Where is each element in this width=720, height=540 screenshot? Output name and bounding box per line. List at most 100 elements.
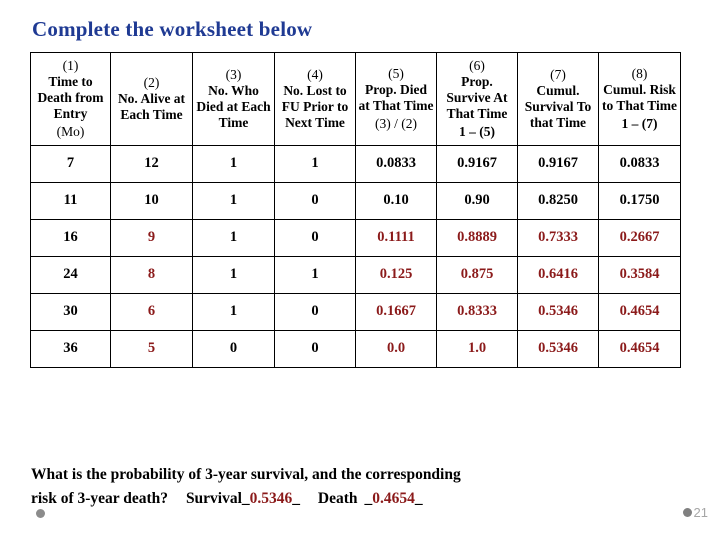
column-number-2: (2) xyxy=(143,74,160,90)
bullet-point-icon xyxy=(36,509,45,518)
column-number-6: (6) xyxy=(469,58,485,73)
table-cell: 9 xyxy=(110,218,193,257)
table-row: 11 10 1 0 0.10 0.90 0.8250 0.1750 xyxy=(30,181,681,220)
table-cell: 1 xyxy=(274,255,356,294)
table-cell: 0.7333 xyxy=(517,218,599,257)
table-cell: 0.90 xyxy=(436,181,518,220)
column-name-4: No. Lost to FU Prior to Next Time xyxy=(281,82,349,130)
survival-underscore-close: _ xyxy=(292,490,301,507)
table-cell: 0 xyxy=(274,329,356,368)
table-cell: 0.3584 xyxy=(598,255,681,294)
table-cell: 16 xyxy=(30,218,111,257)
table-row: 7 12 1 1 0.0833 0.9167 0.9167 0.0833 xyxy=(30,144,681,183)
table-cell: 0.10 xyxy=(355,181,437,220)
table-cell: 1.0 xyxy=(436,329,518,368)
column-header-3: (3) No. Who Died at Each Time xyxy=(192,52,275,146)
table-cell: 0.875 xyxy=(436,255,518,294)
column-header-6: (6) Prop. Survive At That Time 1 – (5) xyxy=(436,52,518,146)
column-number-4: (4) xyxy=(307,66,323,82)
column-name-7: Cumul. Survival To that Time xyxy=(524,82,592,130)
table-cell: 0.2667 xyxy=(598,218,681,257)
column-name-2: No. Alive at Each Time xyxy=(117,90,186,122)
table-cell: 1 xyxy=(192,255,275,294)
table-cell: 0 xyxy=(192,329,275,368)
table-cell: 8 xyxy=(110,255,193,294)
table-cell: 5 xyxy=(110,329,193,368)
table-cell: 24 xyxy=(30,255,111,294)
table-cell: 30 xyxy=(30,292,111,331)
slide-canvas: Complete the worksheet below (1) Time to… xyxy=(0,0,720,540)
column-header-8: (8) Cumul. Risk to That Time 1 – (7) xyxy=(598,52,681,146)
column-header-1: (1) Time to Death from Entry (Mo) xyxy=(30,52,111,146)
column-number-8: (8) xyxy=(631,66,648,82)
table-cell: 0.125 xyxy=(355,255,437,294)
table-cell: 12 xyxy=(110,144,193,183)
table-cell: 0.5346 xyxy=(517,329,599,368)
table-cell: 0.8333 xyxy=(436,292,518,331)
column-formula-8: 1 – (7) xyxy=(621,115,658,131)
survival-label: Survival xyxy=(185,490,242,507)
column-name-3: No. Who Died at Each Time xyxy=(196,82,271,130)
table-cell: 0.0833 xyxy=(355,144,437,183)
death-label: Death xyxy=(317,490,358,507)
table-cell: 0.4654 xyxy=(598,292,681,331)
column-header-5: (5) Prop. Died at That Time (3) / (2) xyxy=(355,52,437,146)
column-number-1: (1) xyxy=(62,58,79,73)
table-cell: 36 xyxy=(30,329,111,368)
table-cell: 0.9167 xyxy=(436,144,518,183)
table-cell: 0.8250 xyxy=(517,181,599,220)
column-number-7: (7) xyxy=(550,66,566,82)
survival-answer-value: 0.5346 xyxy=(249,490,293,507)
death-answer-value: 0.4654 xyxy=(372,490,415,507)
column-formula-6: 1 – (5) xyxy=(459,123,495,139)
column-formula-5: (3) / (2) xyxy=(375,115,417,131)
table-cell: 7 xyxy=(30,144,111,183)
question-block: What is the probability of 3-year surviv… xyxy=(31,463,651,511)
worksheet-table: (1) Time to Death from Entry (Mo) (2) No… xyxy=(30,52,681,368)
page-title: Complete the worksheet below xyxy=(32,17,313,41)
survival-underscore-open: _ xyxy=(241,490,250,507)
table-cell: 0.5346 xyxy=(517,292,599,331)
table-cell: 1 xyxy=(274,144,356,183)
table-cell: 10 xyxy=(110,181,193,220)
table-cell: 0 xyxy=(274,292,356,331)
table-row: 16 9 1 0 0.1111 0.8889 0.7333 0.2667 xyxy=(30,218,681,257)
table-cell: 0.6416 xyxy=(517,255,599,294)
column-name-5: Prop. Died at That Time xyxy=(358,82,434,114)
table-cell: 0.0 xyxy=(355,329,437,368)
column-name-1: Time to Death from Entry xyxy=(37,74,104,122)
table-cell: 0 xyxy=(274,181,356,220)
column-formula-1: (Mo) xyxy=(56,123,85,139)
question-line-2: risk of 3-year death? Survival_0.5346_ D… xyxy=(31,487,651,511)
table-header-row: (1) Time to Death from Entry (Mo) (2) No… xyxy=(30,52,681,146)
column-name-6: Prop. Survive At That Time xyxy=(446,74,508,122)
table-row: 30 6 1 0 0.1667 0.8333 0.5346 0.4654 xyxy=(30,292,681,331)
table-cell: 11 xyxy=(30,181,111,220)
table-cell: 1 xyxy=(192,218,275,257)
page-number: 21 xyxy=(693,505,708,520)
table-cell: 0.1750 xyxy=(598,181,681,220)
table-cell: 1 xyxy=(192,292,275,331)
table-cell: 0.1667 xyxy=(355,292,437,331)
question-prompt: risk of 3-year death? xyxy=(31,490,169,507)
table-cell: 0.1111 xyxy=(355,218,437,257)
table-cell: 0.8889 xyxy=(436,218,518,257)
table-cell: 1 xyxy=(192,144,275,183)
table-cell: 0 xyxy=(274,218,356,257)
question-line-1: What is the probability of 3-year surviv… xyxy=(31,466,461,483)
column-header-4: (4) No. Lost to FU Prior to Next Time xyxy=(274,52,356,146)
column-number-3: (3) xyxy=(225,66,242,82)
table-header: (1) Time to Death from Entry (Mo) (2) No… xyxy=(30,52,681,146)
table-cell: 6 xyxy=(110,292,193,331)
table-row: 36 5 0 0 0.0 1.0 0.5346 0.4654 xyxy=(30,329,681,368)
column-header-2: (2) No. Alive at Each Time xyxy=(110,52,193,146)
table-cell: 0.0833 xyxy=(598,144,681,183)
table-body: 7 12 1 1 0.0833 0.9167 0.9167 0.0833 11 10 1 0 0.10 0… xyxy=(30,144,681,368)
column-number-5: (5) xyxy=(388,66,404,82)
table-cell: 0.4654 xyxy=(598,329,681,368)
page-bullet-icon xyxy=(682,508,692,517)
death-underscore-close: _ xyxy=(414,490,423,507)
column-name-8: Cumul. Risk to That Time xyxy=(601,82,677,114)
table-cell: 0.9167 xyxy=(517,144,599,183)
table-row: 24 8 1 1 0.125 0.875 0.6416 0.3584 xyxy=(30,255,681,294)
